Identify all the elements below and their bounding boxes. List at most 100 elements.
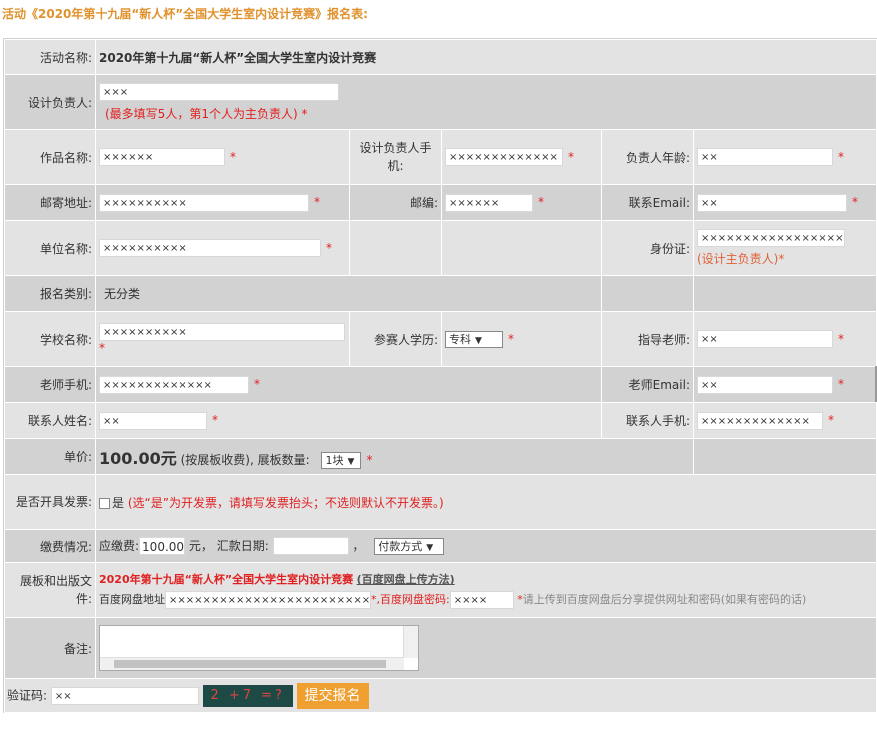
activity-name: 2020年第十九届“新人杯”全国大学生室内设计竞赛 <box>99 50 377 65</box>
contact-email-input[interactable]: ×× <box>697 193 847 212</box>
form-table: 活动名称: 2020年第十九届“新人杯”全国大学生室内设计竞赛 设计负责人: ×… <box>3 39 877 713</box>
registration-form: 活动名称: 2020年第十九届“新人杯”全国大学生室内设计竞赛 设计负责人: ×… <box>3 38 877 713</box>
teacher-phone-input[interactable]: ××××××××××××× <box>99 375 249 394</box>
remarks-textarea[interactable] <box>99 625 419 671</box>
yuan-text: 元， <box>188 538 213 553</box>
payment-label: 缴费情况: <box>4 529 96 563</box>
chevron-down-icon: ▼ <box>347 456 355 467</box>
address-required: * <box>314 195 320 209</box>
activity-label: 活动名称: <box>4 39 96 75</box>
remarks-label: 备注: <box>4 617 96 679</box>
row-category: 报名类别: 无分类 <box>4 275 877 312</box>
invoice-check-label: 是 <box>112 495 125 510</box>
school-required: * <box>99 341 105 355</box>
row-leader: 设计负责人: ××× (最多填写5人，第1个人为主负责人) * <box>4 74 877 130</box>
contact-phone-required: * <box>828 413 834 427</box>
row-upload: 展板和出版文件: 2020年第十九届“新人杯”全国大学生室内设计竞赛 (百度网盘… <box>4 562 877 618</box>
captcha-image[interactable]: 2 +7 =? <box>202 684 293 707</box>
board-count-required: * <box>366 452 373 467</box>
teacher-phone-label: 老师手机: <box>4 366 96 403</box>
education-label: 参赛人学历: <box>349 311 442 367</box>
tutor-label: 指导老师: <box>601 311 694 367</box>
remit-date-label: 汇款日期: <box>216 538 269 553</box>
education-required: * <box>508 331 514 346</box>
work-required: * <box>230 149 236 164</box>
row-payment: 缴费情况: 应缴费: 100.00 元， 汇款日期: ， 付款方式 ▼ <box>4 529 877 563</box>
row-captcha: 验证码: ×× 2 +7 =? 提交报名 <box>3 678 877 713</box>
zip-required: * <box>538 195 544 209</box>
teacher-email-input[interactable]: ×× <box>697 375 833 394</box>
row-unit: 单位名称: ×××××××××× * 身份证: ×××××××××××××××××… <box>4 220 877 276</box>
upload-label: 展板和出版文件: <box>4 562 96 618</box>
work-input[interactable]: ×××××× <box>99 148 225 166</box>
remarks-horizontal-scrollbar[interactable] <box>100 657 404 670</box>
id-input[interactable]: ×××××××××××××××××× <box>697 229 845 247</box>
leader-label: 设计负责人: <box>4 74 96 130</box>
row-work: 作品名称: ×××××× * 设计负责人手机: ××××××××××××× * 负责… <box>4 129 877 185</box>
unit-required: * <box>326 240 332 255</box>
teacher-email-label: 老师Email: <box>601 366 694 403</box>
submit-button[interactable]: 提交报名 <box>296 682 369 709</box>
due-input[interactable]: 100.00 <box>139 537 186 556</box>
pan-password-input[interactable]: ×××× <box>449 591 514 609</box>
captcha-label: 验证码: <box>7 688 48 702</box>
leader-age-input[interactable]: ×× <box>697 148 833 166</box>
education-select[interactable]: 专科 ▼ <box>445 330 503 348</box>
comma-text: ， <box>352 538 365 553</box>
address-input[interactable]: ×××××××××× <box>99 193 309 212</box>
contact-name-label: 联系人姓名: <box>4 402 96 439</box>
remit-date-input[interactable] <box>272 537 349 556</box>
leader-phone-label: 设计负责人手机: <box>349 129 442 185</box>
leader-age-label: 负责人年龄: <box>601 129 694 185</box>
teacher-email-required: * <box>838 377 844 391</box>
payment-method-select[interactable]: 付款方式 ▼ <box>374 537 445 555</box>
leader-note: (最多填写5人，第1个人为主负责人) <box>105 106 298 121</box>
captcha-input[interactable]: ×× <box>50 686 199 705</box>
page-title: 活动《2020年第十九届“新人杯”全国大学生室内设计竞赛》报名表: <box>2 7 368 21</box>
id-note: (设计主负责人)* <box>697 252 785 266</box>
board-count-label: 展板数量: <box>257 452 310 467</box>
chevron-down-icon: ▼ <box>426 542 434 553</box>
unit-input[interactable]: ×××××××××× <box>99 239 321 257</box>
price-unit-note: (按展板收费), <box>180 452 254 467</box>
contact-phone-input[interactable]: ××××××××××××× <box>697 411 823 430</box>
pan-url-input[interactable]: ××××××××××××××××××××××××××× <box>165 591 371 609</box>
contact-name-required: * <box>212 413 218 427</box>
tutor-required: * <box>838 331 844 346</box>
board-count-select[interactable]: 1块 ▼ <box>321 451 362 469</box>
category-label: 报名类别: <box>4 275 96 312</box>
pan-password-label: *,百度网盘密码: <box>371 593 450 606</box>
invoice-note: (选“是”为开发票，请填写发票抬头；不选则默认不开发票。) <box>127 495 444 510</box>
row-remarks: 备注: <box>4 617 877 679</box>
pan-note: 请上传到百度网盘后分享提供网址和密码(如果有密码的话) <box>522 593 807 606</box>
row-price: 单价: 100.00元 (按展板收费), 展板数量: 1块 ▼ * <box>4 438 877 475</box>
education-selected-value: 专科 <box>449 332 471 346</box>
board-count-value: 1块 <box>325 453 344 467</box>
upload-method-link[interactable]: (百度网盘上传方法) <box>357 573 455 586</box>
teacher-phone-required: * <box>254 377 260 391</box>
pan-url-label: 百度网盘地址 <box>99 593 165 606</box>
address-label: 邮寄地址: <box>4 184 96 221</box>
contact-email-label: 联系Email: <box>601 184 694 221</box>
tutor-input[interactable]: ×× <box>697 330 833 348</box>
leader-input[interactable]: ××× <box>99 82 339 101</box>
upload-title: 2020年第十九届“新人杯”全国大学生室内设计竞赛 <box>99 573 354 586</box>
leader-phone-input[interactable]: ××××××××××××× <box>445 148 563 166</box>
zip-label: 邮编: <box>349 184 442 221</box>
row-contact: 联系人姓名: ×× * 联系人手机: ××××××××××××× * <box>4 402 877 439</box>
school-input[interactable]: ×××××××××× <box>99 323 345 341</box>
zip-input[interactable]: ×××××× <box>445 193 533 212</box>
payment-method-value: 付款方式 <box>378 539 423 553</box>
row-activity: 活动名称: 2020年第十九届“新人杯”全国大学生室内设计竞赛 <box>4 39 877 75</box>
remarks-vertical-scrollbar[interactable] <box>403 626 418 658</box>
work-label: 作品名称: <box>4 129 96 185</box>
row-address: 邮寄地址: ×××××××××× * 邮编: ×××××× * 联系Email: ×… <box>4 184 877 221</box>
scroll-thumb[interactable] <box>114 660 386 668</box>
contact-name-input[interactable]: ×× <box>99 411 207 430</box>
row-invoice: 是否开具发票: 是 (选“是”为开发票，请填写发票抬头；不选则默认不开发票。) <box>4 474 877 530</box>
unit-label: 单位名称: <box>4 220 96 276</box>
invoice-label: 是否开具发票: <box>4 474 96 530</box>
invoice-checkbox[interactable] <box>99 497 110 509</box>
row-school: 学校名称: ×××××××××× * 参赛人学历: 专科 ▼ * 指导老师: ×× * <box>4 311 877 367</box>
due-label: 应缴费: <box>99 538 140 553</box>
